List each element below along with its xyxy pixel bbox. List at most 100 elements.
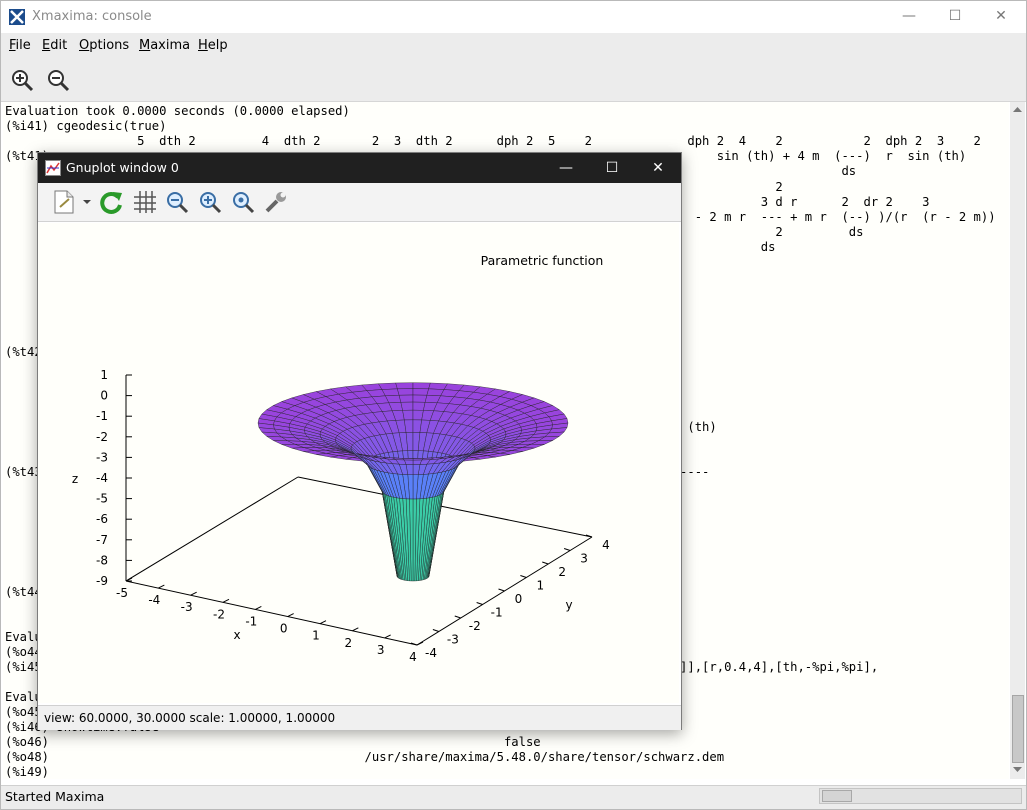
status-bar: Started Maxima bbox=[1, 785, 1026, 809]
vertical-scrollbar[interactable] bbox=[1010, 102, 1025, 779]
minimize-button[interactable]: — bbox=[886, 1, 932, 33]
gnuplot-maximize-button[interactable]: ☐ bbox=[589, 153, 635, 183]
y-tick-label: -3 bbox=[447, 633, 459, 647]
zoom-previous-icon[interactable] bbox=[164, 189, 190, 215]
status-text: Started Maxima bbox=[5, 789, 105, 804]
x-tick-label: 3 bbox=[377, 643, 385, 657]
x-tick-label: 1 bbox=[312, 629, 320, 643]
gnuplot-status-bar: view: 60.0000, 30.0000 scale: 1.00000, 1… bbox=[38, 705, 681, 730]
surface-facet bbox=[412, 394, 428, 403]
x-tick-label: -2 bbox=[213, 607, 225, 621]
grid-icon[interactable] bbox=[132, 189, 158, 215]
z-tick-label: -3 bbox=[96, 450, 108, 464]
view-scale-status: view: 60.0000, 30.0000 scale: 1.00000, 1… bbox=[44, 711, 336, 725]
scroll-up-icon[interactable] bbox=[1012, 104, 1023, 114]
z-tick-label: -2 bbox=[96, 430, 108, 444]
console-line: (%o48) /usr/share/maxima/5.48.0/share/te… bbox=[5, 750, 725, 764]
parametric-plot-svg: Parametric function z x y 10-1-2-3-4-5-6… bbox=[72, 253, 610, 664]
zoom-out-icon[interactable] bbox=[45, 67, 71, 93]
z-tick-label: -6 bbox=[96, 512, 108, 526]
x-tick-label: -1 bbox=[245, 614, 257, 628]
zoom-next-icon[interactable] bbox=[197, 189, 223, 215]
y-tick bbox=[454, 615, 461, 619]
horizontal-scrollbar-thumb[interactable] bbox=[822, 790, 852, 802]
console-line: (%i41) cgeodesic(true) bbox=[5, 119, 167, 133]
surface-facet bbox=[397, 388, 414, 396]
menu-file[interactable]: File bbox=[9, 38, 31, 53]
plot-area[interactable]: Parametric function z x y 1 0 -1 -2 -3 -4 -5 -6… bbox=[38, 223, 679, 703]
export-document-icon[interactable] bbox=[52, 189, 94, 215]
console-line: Evaluation took 0.0000 seconds (0.0000 e… bbox=[5, 104, 350, 118]
x-tick-label: -5 bbox=[116, 586, 128, 600]
title-bar[interactable]: Xmaxima: console — ☐ ✕ bbox=[1, 1, 1026, 33]
surface-mesh bbox=[257, 382, 569, 582]
configuration-wrench-icon[interactable] bbox=[263, 189, 289, 215]
y-tick bbox=[432, 629, 440, 632]
x-tick bbox=[287, 613, 294, 618]
plot-title: Parametric function bbox=[481, 253, 604, 268]
gnuplot-window: Gnuplot window 0 — ☐ ✕ Parametric functi… bbox=[37, 152, 682, 730]
y-tick bbox=[520, 575, 527, 578]
close-button[interactable]: ✕ bbox=[978, 1, 1024, 33]
replot-icon[interactable] bbox=[98, 189, 124, 215]
surface-facet bbox=[404, 419, 414, 433]
zoom-in-icon[interactable] bbox=[9, 67, 35, 93]
y-tick-label: -4 bbox=[425, 646, 437, 660]
scroll-down-icon[interactable] bbox=[1012, 765, 1023, 775]
gnuplot-app-icon bbox=[45, 160, 61, 176]
x-tick bbox=[158, 584, 165, 589]
y-tick bbox=[542, 561, 549, 565]
surface-facet bbox=[412, 401, 426, 411]
surface-facet bbox=[412, 388, 429, 396]
z-tick-label: -8 bbox=[96, 553, 108, 567]
x-tick-label: -4 bbox=[148, 593, 160, 607]
surface-facet bbox=[378, 382, 398, 390]
y-axis-label: y bbox=[565, 598, 572, 612]
x-tick bbox=[384, 634, 391, 639]
toolbar bbox=[1, 59, 1026, 102]
z-tick-label: 1 bbox=[100, 368, 108, 382]
gnuplot-close-button[interactable]: ✕ bbox=[635, 153, 681, 183]
y-tick-label: 0 bbox=[515, 592, 523, 606]
surface-facet bbox=[400, 401, 414, 411]
z-axis-label: z bbox=[72, 472, 78, 486]
y-tick bbox=[563, 548, 571, 551]
x-tick-label: 2 bbox=[345, 636, 353, 650]
z-tick-label: -5 bbox=[96, 492, 108, 506]
gnuplot-minimize-button[interactable]: — bbox=[543, 153, 589, 183]
gnuplot-toolbar bbox=[38, 183, 681, 222]
autoscale-icon[interactable] bbox=[230, 189, 256, 215]
menu-bar: File Edit Options Maxima Help bbox=[1, 33, 1026, 59]
menu-help[interactable]: Help bbox=[198, 38, 228, 53]
surface-facet bbox=[412, 459, 422, 465]
gnuplot-window-title: Gnuplot window 0 bbox=[66, 160, 179, 175]
x-tick-label: 0 bbox=[280, 622, 288, 636]
menu-options[interactable]: Options bbox=[79, 38, 129, 53]
z-tick-label: -9 bbox=[96, 574, 108, 588]
y-tick bbox=[476, 602, 483, 605]
y-tick-label: 4 bbox=[602, 538, 610, 552]
surface-facet bbox=[395, 382, 414, 390]
y-tick-label: 1 bbox=[537, 579, 545, 593]
x-tick bbox=[416, 641, 424, 646]
menu-maxima[interactable]: Maxima bbox=[139, 38, 190, 53]
surface-facet bbox=[398, 394, 414, 403]
console-line: 5 dth 2 4 dth 2 2 3 dth 2 dph 2 5 2 dph … bbox=[5, 134, 981, 148]
menu-edit[interactable]: Edit bbox=[42, 38, 67, 53]
gnuplot-title-bar[interactable]: Gnuplot window 0 — ☐ ✕ bbox=[38, 153, 681, 183]
scrollbar-thumb[interactable] bbox=[1012, 695, 1024, 763]
window-title: Xmaxima: console bbox=[32, 9, 152, 24]
horizontal-scrollbar[interactable] bbox=[819, 788, 1022, 804]
console-line: (%o46) false bbox=[5, 735, 541, 749]
x-tick bbox=[222, 598, 230, 603]
x-tick-label: 4 bbox=[409, 650, 417, 664]
y-tick-label: -2 bbox=[469, 619, 481, 633]
x-tick bbox=[352, 627, 359, 632]
x-tick-label: -3 bbox=[181, 600, 193, 614]
x-tick bbox=[255, 605, 262, 610]
maximize-button[interactable]: ☐ bbox=[932, 1, 978, 33]
surface-facet bbox=[412, 382, 431, 390]
x-axis-label: x bbox=[233, 628, 240, 642]
xmaxima-app-icon bbox=[9, 9, 25, 25]
x-tick bbox=[319, 620, 327, 625]
